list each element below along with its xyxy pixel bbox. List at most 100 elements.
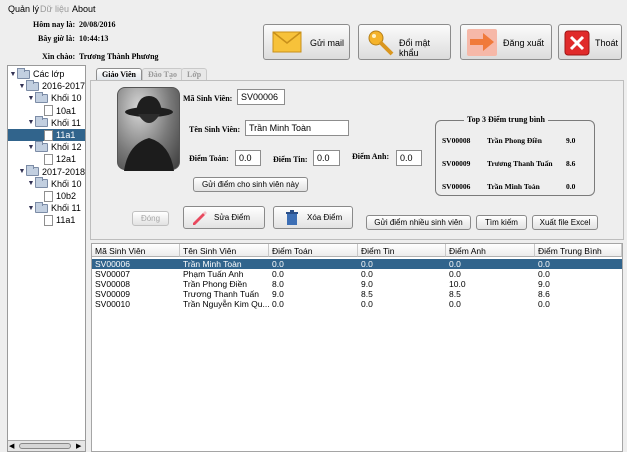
export-excel-button[interactable]: Xuất file Excel bbox=[532, 215, 598, 230]
tree-folder[interactable]: ▼ Khối 12 bbox=[27, 140, 82, 153]
expand-toggle-icon[interactable]: ▼ bbox=[18, 83, 26, 90]
student-name-field[interactable]: Trần Minh Toàn bbox=[245, 120, 349, 136]
folder-icon bbox=[26, 165, 39, 177]
table-row[interactable]: SV00008 Trần Phong Điền 8.0 9.0 10.0 9.0 bbox=[92, 279, 622, 289]
table-cell: 0.0 bbox=[449, 259, 461, 269]
table-row[interactable]: SV00010 Trần Nguyễn Kim Qu... 0.0 0.0 0.0 0.0 bbox=[92, 299, 622, 309]
tree-folder[interactable]: ▼ Các lớp bbox=[9, 67, 65, 80]
tree-item-label: Các lớp bbox=[33, 69, 65, 79]
table-cell: 0.0 bbox=[449, 269, 461, 279]
expand-toggle-icon[interactable]: ▼ bbox=[27, 119, 35, 126]
search-button[interactable]: Tìm kiếm bbox=[476, 215, 527, 230]
tree-class-item[interactable]: 10a1 bbox=[36, 105, 76, 117]
tree-class-item[interactable]: 10b2 bbox=[36, 190, 76, 202]
menu-bar: Quản lý Dữ liệu About bbox=[0, 0, 627, 17]
math-score-field[interactable]: 0.0 bbox=[235, 150, 261, 166]
it-label: Điểm Tin: bbox=[273, 155, 308, 164]
edit-score-button[interactable]: Sửa Điểm bbox=[183, 206, 265, 229]
folder-icon bbox=[35, 116, 48, 128]
expand-toggle-icon[interactable]: ▼ bbox=[27, 144, 35, 151]
table-cell: 0.0 bbox=[272, 259, 284, 269]
expand-toggle-icon[interactable]: ▼ bbox=[27, 95, 35, 102]
table-cell: Trần Phong Điền bbox=[183, 279, 247, 289]
greeting-value: Trương Thành Phương bbox=[79, 52, 159, 61]
table-cell: SV00007 bbox=[95, 269, 130, 279]
column-header[interactable]: Điểm Toán bbox=[269, 244, 358, 257]
delete-score-button[interactable]: Xóa Điểm bbox=[273, 206, 353, 229]
tree-folder[interactable]: ▼ Khối 11 bbox=[27, 201, 81, 214]
table-cell: 0.0 bbox=[538, 259, 550, 269]
send-score-one-button[interactable]: Gửi điểm cho sinh viên này bbox=[193, 177, 308, 192]
tree-class-item[interactable]: 11a1 bbox=[8, 129, 85, 141]
tree-item-label: 11a1 bbox=[56, 215, 76, 226]
tree-folder[interactable]: ▼ Khối 11 bbox=[27, 116, 81, 129]
tree-item-label: 12a1 bbox=[56, 154, 77, 165]
send-mail-button[interactable]: Gửi mail bbox=[263, 24, 350, 60]
tree-folder[interactable]: ▼ 2016-2017 bbox=[18, 79, 85, 92]
menu-du-lieu[interactable]: Dữ liệu bbox=[40, 4, 69, 14]
column-header[interactable]: Điểm Anh bbox=[446, 244, 535, 257]
column-header[interactable]: Mã Sinh Viên bbox=[92, 244, 180, 257]
expand-toggle-icon[interactable]: ▼ bbox=[27, 205, 35, 212]
change-password-button[interactable]: Đổi mật khẩu bbox=[358, 24, 451, 60]
top3-id: SV00009 bbox=[442, 159, 471, 168]
table-row[interactable]: SV00007 Phạm Tuấn Anh 0.0 0.0 0.0 0.0 bbox=[92, 269, 622, 279]
student-id-label: Mã Sinh Viên: bbox=[183, 94, 233, 103]
table-cell: 0.0 bbox=[272, 269, 284, 279]
top3-avg: 0.0 bbox=[566, 182, 576, 191]
table-cell: SV00008 bbox=[95, 279, 130, 289]
student-id-field[interactable]: SV00006 bbox=[237, 89, 285, 105]
tree-folder[interactable]: ▼ 2017-2018 bbox=[18, 165, 85, 178]
scroll-left-icon[interactable]: ◀ bbox=[9, 442, 14, 450]
table-cell: 9.0 bbox=[361, 279, 373, 289]
table-cell: 0.0 bbox=[272, 299, 284, 309]
it-score-field[interactable]: 0.0 bbox=[313, 150, 340, 166]
table-cell: Trần Nguyễn Kim Qu... bbox=[183, 299, 269, 309]
table-cell: 0.0 bbox=[361, 299, 373, 309]
table-cell: 8.5 bbox=[361, 289, 373, 299]
scroll-right-icon[interactable]: ▶ bbox=[76, 442, 81, 450]
exit-button[interactable]: Thoát bbox=[558, 24, 622, 60]
arrow-right-icon bbox=[470, 33, 494, 51]
tree-item-label: Khối 12 bbox=[51, 142, 82, 153]
tree-horizontal-scrollbar[interactable]: ◀ ▶ bbox=[8, 440, 85, 451]
tree-item-label: Khối 10 bbox=[51, 178, 82, 189]
tree-item-label: 11a1 bbox=[56, 130, 76, 140]
time-label: Bây giờ là: bbox=[38, 34, 75, 43]
send-score-many-button[interactable]: Gửi điểm nhiều sinh viên bbox=[366, 215, 471, 230]
column-header[interactable]: Tên Sinh Viên bbox=[180, 244, 269, 257]
table-cell: Trương Thanh Tuấn bbox=[183, 289, 260, 299]
top3-id: SV00008 bbox=[442, 136, 471, 145]
file-icon bbox=[44, 214, 53, 226]
date-value: 20/08/2016 bbox=[79, 20, 116, 29]
tree-folder[interactable]: ▼ Khối 10 bbox=[27, 177, 82, 190]
tree-class-item[interactable]: 11a1 bbox=[36, 214, 75, 226]
greeting-label: Xin chào: bbox=[42, 52, 76, 61]
pencil-icon bbox=[193, 210, 207, 225]
class-tree[interactable]: ▼ Các lớp ▼ 2016-2017 ▼ Khối 10 10a1 ▼ Khối 11 11… bbox=[7, 65, 86, 452]
user-silhouette-icon bbox=[124, 96, 174, 171]
menu-quan-ly[interactable]: Quản lý bbox=[8, 4, 39, 14]
tree-item-label: 10b2 bbox=[56, 191, 77, 201]
expand-toggle-icon[interactable]: ▼ bbox=[27, 180, 35, 187]
column-header[interactable]: Điểm Tin bbox=[358, 244, 446, 257]
tree-folder[interactable]: ▼ Khối 10 bbox=[27, 91, 82, 104]
english-score-field[interactable]: 0.0 bbox=[396, 150, 422, 166]
logout-button[interactable]: Đăng xuất bbox=[460, 24, 552, 60]
table-cell: 0.0 bbox=[361, 269, 373, 279]
table-row[interactable]: SV00006 Trần Minh Toàn 0.0 0.0 0.0 0.0 bbox=[92, 259, 622, 269]
expand-toggle-icon[interactable]: ▼ bbox=[18, 168, 26, 175]
table-cell: 0.0 bbox=[361, 259, 373, 269]
tree-class-item[interactable]: 12a1 bbox=[36, 153, 76, 165]
table-row[interactable]: SV00009 Trương Thanh Tuấn 9.0 8.5 8.5 8.6 bbox=[92, 289, 622, 299]
score-table[interactable]: Mã Sinh Viên Tên Sinh Viên Điểm Toán Điểm T… bbox=[91, 243, 623, 452]
scroll-thumb[interactable] bbox=[19, 443, 71, 449]
table-cell: 8.5 bbox=[449, 289, 461, 299]
top3-name: Trần Minh Toàn bbox=[487, 182, 540, 191]
top3-name: Trần Phong Điền bbox=[487, 136, 542, 145]
close-button[interactable]: Đóng bbox=[132, 211, 169, 226]
math-label: Điểm Toán: bbox=[189, 154, 229, 163]
column-header[interactable]: Điểm Trung Bình bbox=[535, 244, 622, 257]
menu-about[interactable]: About bbox=[72, 4, 96, 14]
expand-toggle-icon[interactable]: ▼ bbox=[9, 71, 17, 78]
